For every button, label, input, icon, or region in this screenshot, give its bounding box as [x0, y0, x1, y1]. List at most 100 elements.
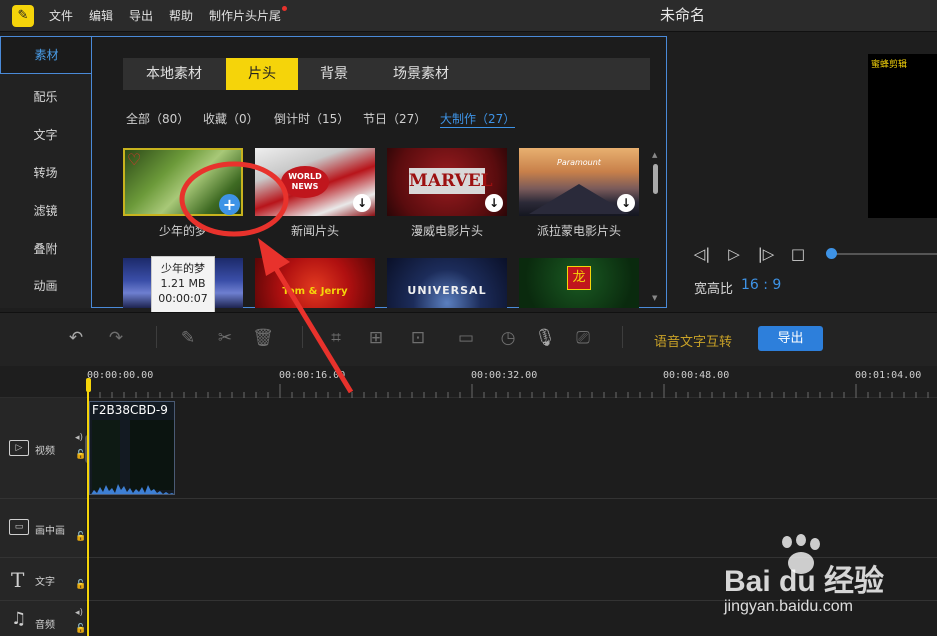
aspect-ratio-label: 宽高比 — [694, 282, 734, 297]
tab-background[interactable]: 背景 — [306, 58, 362, 90]
duration-clock-icon[interactable]: ◷ — [496, 326, 520, 350]
clip-audio-waveform — [91, 484, 174, 494]
project-title: 未命名 — [660, 6, 706, 24]
timecode-0: 00:00:00.00 — [87, 370, 154, 381]
previous-frame-icon[interactable]: ◁| — [693, 245, 711, 263]
thumbnail-news-intro[interactable]: WORLD NEWS ↓ — [255, 148, 375, 216]
video-track-icon: ▷ — [9, 440, 29, 456]
thumbnail-tom-jerry-logo: Tom & Jerry — [282, 286, 348, 297]
category-countdown[interactable]: 倒计时（15） — [274, 110, 349, 128]
redo-icon[interactable]: ↷ — [104, 326, 128, 350]
category-blockbuster[interactable]: 大制作（27） — [440, 110, 516, 128]
app-logo-icon: ✎ — [12, 5, 34, 27]
media-scrollbar-thumb[interactable] — [653, 164, 658, 194]
mosaic-icon[interactable]: ⊡ — [406, 326, 430, 350]
video-volume-icon[interactable]: ◂) — [75, 433, 83, 443]
nav-item-transition[interactable]: 转场 — [0, 154, 91, 192]
media-tooltip: 少年的梦 1.21 MB 00:00:07 — [151, 256, 215, 314]
text-lock-icon[interactable]: 🔓 — [75, 580, 86, 590]
clip-name: F2B38CBD-9 — [92, 403, 168, 417]
thumbnail-mountain — [529, 184, 629, 214]
preview-screen — [868, 54, 937, 218]
timecode-32: 00:00:32.00 — [471, 370, 538, 381]
edit-pen-icon[interactable]: ✎ — [176, 326, 200, 350]
cut-icon[interactable]: ✂ — [213, 326, 237, 350]
thumbnail-marvel-intro[interactable]: MARVEL ↓ — [387, 148, 507, 216]
timecode-64: 00:01:04.00 — [855, 370, 922, 381]
pip-lock-icon[interactable]: 🔓 — [75, 532, 86, 542]
nav-item-music[interactable]: 配乐 — [0, 78, 91, 116]
toolbar-divider — [156, 326, 157, 348]
menu-export[interactable]: 导出 — [129, 0, 153, 32]
favorite-heart-icon[interactable]: ♡ — [127, 152, 141, 168]
tab-local-material[interactable]: 本地素材 — [130, 58, 218, 90]
scroll-down-icon[interactable]: ▼ — [652, 294, 657, 302]
freeze-frame-icon[interactable]: ▭ — [454, 326, 478, 350]
playhead-handle[interactable] — [86, 378, 91, 392]
menu-make-intro-outro[interactable]: 制作片头片尾 — [209, 0, 281, 32]
item-label-youth-dream: 少年的梦 — [158, 224, 207, 238]
category-favorites[interactable]: 收藏（0） — [203, 110, 259, 128]
stop-icon[interactable]: □ — [789, 245, 807, 263]
nav-item-filter[interactable]: 滤镜 — [0, 192, 91, 230]
download-icon[interactable]: ↓ — [353, 194, 371, 212]
screen-record-icon[interactable]: ⎚ — [571, 326, 595, 350]
thumbnail-paramount-intro[interactable]: Paramount ↓ — [519, 148, 639, 216]
playhead-line[interactable] — [87, 380, 89, 636]
speech-text-convert-button[interactable]: 语音文字互转 — [654, 331, 732, 350]
audio-lock-icon[interactable]: 🔓 — [75, 624, 86, 634]
notification-dot — [282, 6, 287, 11]
toolbar-divider — [302, 326, 303, 348]
video-track-label: 视频 — [35, 446, 55, 457]
tab-scene-material[interactable]: 场景素材 — [378, 58, 464, 90]
nav-item-overlay[interactable]: 叠附 — [0, 230, 91, 268]
pip-track-icon: ▭ — [9, 519, 29, 535]
thumbnail-paramount-logo: Paramount — [557, 158, 601, 167]
play-icon[interactable]: ▷ — [725, 245, 743, 263]
thumbnail-news-globe: WORLD NEWS — [281, 166, 329, 198]
baidu-watermark: Bai du 经验 jingyan.baidu.com — [724, 534, 934, 636]
download-icon[interactable]: ↓ — [485, 194, 503, 212]
nav-item-animation[interactable]: 动画 — [0, 267, 91, 305]
aspect-ratio-value[interactable]: 16 : 9 — [741, 277, 781, 293]
microphone-icon[interactable]: 🎙 — [533, 326, 557, 350]
undo-icon[interactable]: ↶ — [64, 326, 88, 350]
tab-intro[interactable]: 片头 — [226, 58, 298, 90]
thumbnail-row2-3[interactable]: UNIVERSAL — [387, 258, 507, 308]
video-track[interactable] — [86, 398, 937, 498]
item-label-paramount-intro: 派拉蒙电影片头 — [536, 224, 621, 238]
add-to-timeline-icon[interactable]: + — [219, 194, 240, 215]
baidu-brand: Bai du 经验 — [724, 565, 885, 598]
timecode-48: 00:00:48.00 — [663, 370, 730, 381]
menu-file[interactable]: 文件 — [49, 0, 73, 32]
export-button[interactable]: 导出 — [758, 326, 823, 351]
timecode-16: 00:00:16.00 — [279, 370, 346, 381]
menu-edit[interactable]: 编辑 — [89, 0, 113, 32]
playback-progress-knob[interactable] — [826, 248, 837, 259]
nav-item-text[interactable]: 文字 — [0, 116, 91, 154]
zoom-icon[interactable]: ⊞ — [364, 326, 388, 350]
category-festival[interactable]: 节日（27） — [363, 110, 426, 128]
crop-icon[interactable]: ⌗ — [324, 326, 348, 350]
thumbnail-universal-logo: UNIVERSAL — [407, 284, 487, 297]
thumbnail-row2-4[interactable]: 龙 — [519, 258, 639, 308]
audio-volume-icon[interactable]: ◂) — [75, 608, 83, 618]
delete-icon[interactable]: 🗑 — [251, 326, 275, 350]
preview-watermark: 蜜蜂剪辑 — [871, 60, 908, 70]
next-frame-icon[interactable]: |▷ — [757, 245, 775, 263]
audio-track-icon: ♫ — [11, 609, 27, 629]
download-icon[interactable]: ↓ — [617, 194, 635, 212]
scroll-up-icon[interactable]: ▲ — [652, 151, 657, 159]
item-label-news-intro: 新闻片头 — [290, 224, 339, 238]
text-track-icon: T — [11, 568, 25, 592]
menu-help[interactable]: 帮助 — [169, 0, 193, 32]
playback-progress-bar[interactable] — [830, 253, 937, 255]
thumbnail-marvel-logo: MARVEL — [409, 168, 493, 194]
thumbnail-row2-2[interactable]: Tom & Jerry — [255, 258, 375, 308]
tooltip-duration: 00:00:07 — [158, 292, 208, 305]
audio-track-label: 音频 — [35, 620, 55, 631]
item-label-marvel-intro: 漫威电影片头 — [410, 224, 483, 238]
tooltip-name: 少年的梦 — [161, 262, 205, 275]
category-all[interactable]: 全部（80） — [126, 110, 189, 128]
nav-item-material[interactable]: 素材 — [0, 36, 92, 74]
